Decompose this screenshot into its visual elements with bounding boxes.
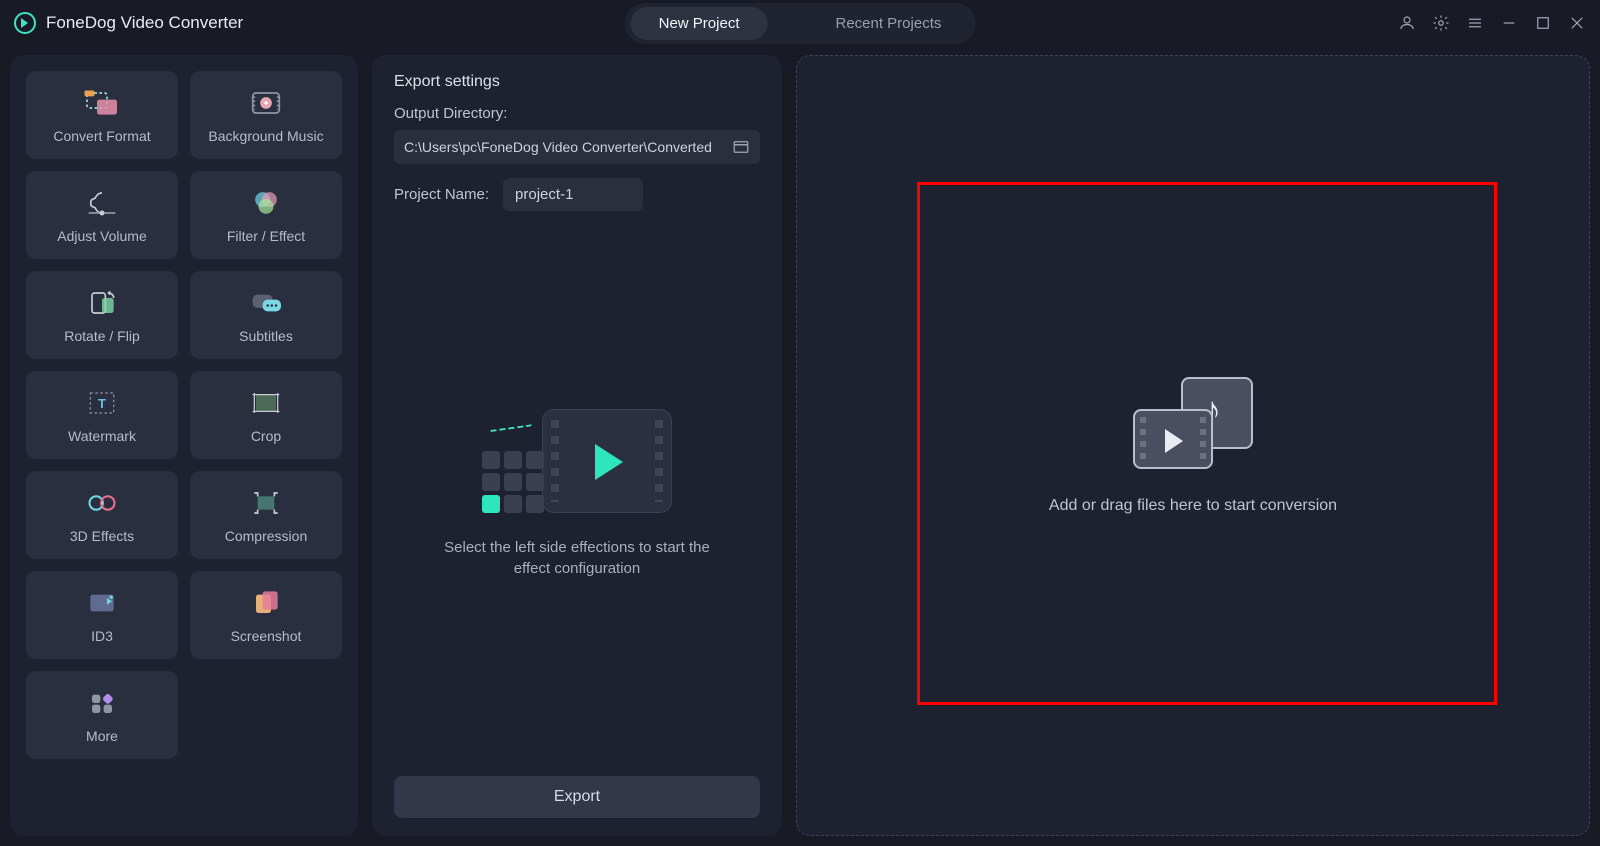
drop-illustration-icon xyxy=(1133,377,1253,469)
account-icon[interactable] xyxy=(1398,14,1416,32)
tool-label: Rotate / Flip xyxy=(64,328,139,344)
app-title: FoneDog Video Converter xyxy=(46,13,243,33)
project-name-label: Project Name: xyxy=(394,186,489,203)
more-icon xyxy=(82,686,122,720)
tool-label: Watermark xyxy=(68,428,136,444)
output-dir-field[interactable]: C:\Users\pc\FoneDog Video Converter\Conv… xyxy=(394,130,760,164)
export-heading: Export settings xyxy=(394,73,760,91)
output-dir-value: C:\Users\pc\FoneDog Video Converter\Conv… xyxy=(404,139,712,155)
id3-icon xyxy=(82,586,122,620)
drop-area[interactable]: Add or drag files here to start conversi… xyxy=(796,55,1590,836)
tab-recent-projects[interactable]: Recent Projects xyxy=(807,7,969,40)
tool-rotate-flip[interactable]: Rotate / Flip xyxy=(26,271,178,359)
browse-folder-icon[interactable] xyxy=(732,138,750,156)
tool-label: Background Music xyxy=(208,128,323,144)
content: Convert Format Background Music Adjust V… xyxy=(10,55,1590,836)
export-panel: Export settings Output Directory: C:\Use… xyxy=(372,55,782,836)
tool-convert-format[interactable]: Convert Format xyxy=(26,71,178,159)
svg-text:T: T xyxy=(98,396,106,411)
tool-watermark[interactable]: T Watermark xyxy=(26,371,178,459)
export-button[interactable]: Export xyxy=(394,776,760,818)
crop-icon xyxy=(246,386,286,420)
titlebar: FoneDog Video Converter New Project Rece… xyxy=(0,0,1600,46)
tab-new-project[interactable]: New Project xyxy=(631,7,768,40)
window-controls xyxy=(1398,14,1586,32)
watermark-icon: T xyxy=(82,386,122,420)
minimize-icon[interactable] xyxy=(1500,14,1518,32)
tool-3d-effects[interactable]: 3D Effects xyxy=(26,471,178,559)
maximize-icon[interactable] xyxy=(1534,14,1552,32)
tool-screenshot[interactable]: Screenshot xyxy=(190,571,342,659)
tool-compression[interactable]: Compression xyxy=(190,471,342,559)
tool-filter-effect[interactable]: Filter / Effect xyxy=(190,171,342,259)
adjust-volume-icon xyxy=(82,186,122,220)
tool-crop[interactable]: Crop xyxy=(190,371,342,459)
tool-background-music[interactable]: Background Music xyxy=(190,71,342,159)
filter-effect-icon xyxy=(246,186,286,220)
close-icon[interactable] xyxy=(1568,14,1586,32)
app-logo-icon xyxy=(14,12,36,34)
tool-more[interactable]: More xyxy=(26,671,178,759)
settings-gear-icon[interactable] xyxy=(1432,14,1450,32)
tool-label: Screenshot xyxy=(231,628,302,644)
effect-placeholder: Select the left side effections to start… xyxy=(394,211,760,776)
tool-label: ID3 xyxy=(91,628,113,644)
tool-label: 3D Effects xyxy=(70,528,134,544)
screenshot-icon xyxy=(246,586,286,620)
tool-label: Convert Format xyxy=(53,128,150,144)
tool-label: Subtitles xyxy=(239,328,293,344)
tool-label: Crop xyxy=(251,428,281,444)
tools-panel: Convert Format Background Music Adjust V… xyxy=(10,55,358,836)
effect-hint-text: Select the left side effections to start… xyxy=(427,537,727,579)
tool-subtitles[interactable]: Subtitles xyxy=(190,271,342,359)
subtitles-icon xyxy=(246,286,286,320)
tool-label: Compression xyxy=(225,528,307,544)
tool-label: Filter / Effect xyxy=(227,228,305,244)
convert-format-icon xyxy=(82,86,122,120)
output-dir-label: Output Directory: xyxy=(394,105,760,122)
3d-effects-icon xyxy=(82,486,122,520)
compression-icon xyxy=(246,486,286,520)
tool-label: More xyxy=(86,728,118,744)
project-tabs: New Project Recent Projects xyxy=(625,3,976,44)
tool-label: Adjust Volume xyxy=(57,228,147,244)
effect-illustration-icon xyxy=(482,409,672,519)
background-music-icon xyxy=(246,86,286,120)
project-name-input[interactable] xyxy=(503,178,643,211)
menu-icon[interactable] xyxy=(1466,14,1484,32)
tool-adjust-volume[interactable]: Adjust Volume xyxy=(26,171,178,259)
tool-id3[interactable]: ID3 xyxy=(26,571,178,659)
rotate-flip-icon xyxy=(82,286,122,320)
